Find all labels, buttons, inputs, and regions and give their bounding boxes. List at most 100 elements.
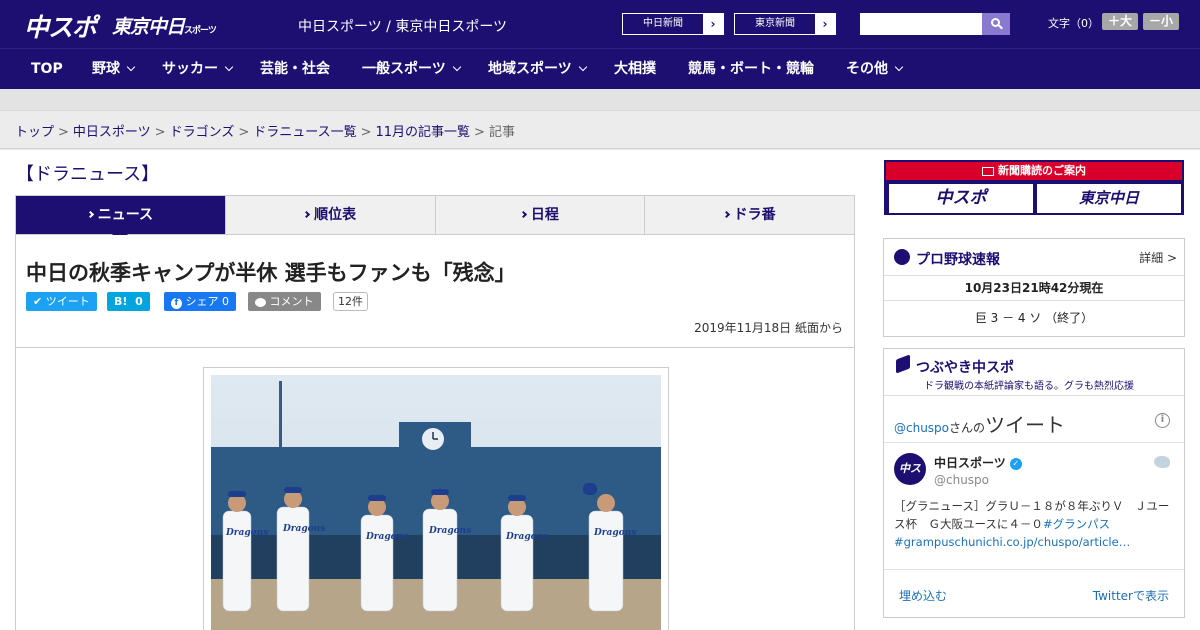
subscription-ad[interactable]: 新聞購読のご案内 中スポ 東京中日 — [884, 160, 1184, 215]
breadcrumb-link-november-list[interactable]: 11月の記事一覧 — [376, 125, 471, 140]
nav-item-baseball[interactable]: 野球 — [92, 49, 136, 90]
baseball-details-link[interactable]: 詳細 > — [1139, 249, 1177, 266]
comment-button-label: コメント — [269, 295, 314, 308]
tab-news[interactable]: ニュース — [16, 196, 226, 242]
divider — [884, 442, 1184, 443]
account-name: 中日スポーツ — [934, 456, 1006, 470]
tweet-hashtag[interactable]: #グランパス — [1043, 517, 1110, 531]
nav-item-label: 一般スポーツ — [362, 61, 446, 77]
tab-schedule[interactable]: 日程 — [436, 196, 646, 234]
search-box — [860, 13, 1010, 35]
chevron-down-icon — [224, 62, 234, 72]
twitter-bird-icon[interactable] — [1154, 456, 1170, 468]
dragons-players-photo: Dragons Dragons Dragons Dragons Dragons Dra… — [211, 375, 661, 630]
search-input[interactable] — [860, 13, 982, 35]
section-title: 【ドラニュース】 — [16, 164, 160, 185]
nav-item-racing[interactable]: 競馬・ボート・競輪 — [688, 49, 814, 90]
baseball-icon — [894, 249, 910, 265]
tweet-account[interactable]: 中日スポーツ ✓ — [934, 454, 1022, 471]
facebook-icon: f — [171, 298, 182, 309]
chunichi-shimbun-button[interactable]: 中日新聞 › — [622, 13, 724, 35]
chuspo-logo[interactable]: 中スポ — [24, 8, 97, 44]
subscription-ad-header: 新聞購読のご案内 — [886, 162, 1182, 180]
ad-strip — [0, 89, 1200, 111]
pro-baseball-title: プロ野球速報 — [916, 252, 1000, 268]
twitter-handle-link[interactable]: @chuspo — [894, 421, 949, 435]
embed-link[interactable]: 埋め込む — [899, 587, 947, 604]
nav-item-other[interactable]: その他 — [846, 49, 904, 90]
chuspo-ad-logo[interactable]: 中スポ — [889, 184, 1033, 213]
info-icon[interactable]: i — [1155, 413, 1170, 428]
article-photo[interactable]: Dragons Dragons Dragons Dragons Dragons Dra… — [203, 367, 669, 630]
tweet-button-label: ツイート — [45, 295, 90, 308]
tweet-link[interactable]: #grampuschunichi.co.jp/chuspo/article… — [894, 535, 1130, 549]
nav-item-label: TOP — [31, 61, 63, 77]
breadcrumb-link-dragons[interactable]: ドラゴンズ — [170, 125, 235, 140]
twitter-handle-suffix: さんの — [949, 421, 986, 435]
breadcrumb: トップ > 中日スポーツ > ドラゴンズ > ドラニュース一覧 >11月の記事一覧 > 記事 — [0, 111, 1200, 149]
divider — [884, 275, 1184, 276]
font-size-label: 文字（0） — [1048, 17, 1099, 30]
font-smaller-button[interactable]: －小 — [1143, 13, 1179, 30]
breadcrumb-separator: > — [58, 125, 69, 140]
article: 中日の秋季キャンプが半休 選手もファンも「残念」 ✔ ツイート B! 0 f シ… — [15, 235, 855, 630]
hatena-count: 0 — [135, 295, 143, 308]
nav-item-label: 競馬・ボート・競輪 — [688, 61, 814, 77]
search-icon-handle — [998, 24, 1003, 30]
tokyo-chunichi-logo-sub: スポーツ — [184, 26, 217, 36]
nav-item-entertainment[interactable]: 芸能・社会 — [260, 49, 330, 90]
comment-count-badge[interactable]: 12件 — [333, 292, 368, 311]
view-on-twitter-link[interactable]: Twitterで表示 — [1093, 587, 1169, 604]
game-score[interactable]: 巨 3 － 4 ソ （終了） — [884, 309, 1184, 326]
tokyo-chunichi-logo-text: 東京中日 — [112, 16, 185, 38]
breadcrumb-separator: > — [154, 125, 166, 140]
tokyo-shimbun-button[interactable]: 東京新聞 › — [734, 13, 836, 35]
account-handle[interactable]: @chuspo — [934, 473, 989, 487]
megaphone-icon — [896, 354, 910, 374]
tweet-button[interactable]: ✔ ツイート — [26, 292, 97, 311]
facebook-share-button[interactable]: f シェア 0 — [164, 292, 236, 311]
tokyo-chunichi-ad-logo[interactable]: 東京中日 — [1037, 184, 1181, 213]
tab-dora-ban[interactable]: ドラ番 — [645, 196, 854, 234]
breadcrumb-separator: > — [238, 125, 250, 140]
nav-item-label: 地域スポーツ — [488, 61, 572, 77]
article-headline: 中日の秋季キャンプが半休 選手もファンも「残念」 — [26, 261, 516, 285]
nav-item-general-sports[interactable]: 一般スポーツ — [362, 49, 461, 90]
tokyo-shimbun-label: 東京新聞 — [735, 14, 815, 34]
chevron-right-icon — [303, 210, 311, 219]
chevron-right-icon — [722, 210, 730, 219]
chevron-down-icon — [894, 62, 904, 72]
top-header: 中スポ 東京中日スポーツ 中日スポーツ / 東京中日スポーツ 中日新聞 › 東京… — [0, 0, 1200, 48]
nav-item-local-sports[interactable]: 地域スポーツ — [488, 49, 587, 90]
twitter-icon: ✔ — [33, 295, 43, 308]
breadcrumb-current: 記事 — [488, 125, 515, 140]
breadcrumb-link-dora-news-list[interactable]: ドラニュース一覧 — [253, 125, 356, 140]
svg-text:Dragons: Dragons — [505, 532, 548, 542]
tab-label: ニュース — [97, 207, 154, 223]
chevron-down-icon — [578, 62, 587, 72]
tab-standings[interactable]: 順位表 — [226, 196, 436, 234]
hatena-icon: B! — [114, 295, 128, 308]
search-button[interactable] — [982, 13, 1010, 35]
site-names: 中日スポーツ / 東京中日スポーツ — [298, 19, 508, 35]
avatar[interactable]: 中スポ — [894, 453, 926, 507]
svg-text:Dragons: Dragons — [365, 532, 408, 542]
comment-button[interactable]: コメント — [248, 292, 321, 311]
pro-baseball-panel: プロ野球速報 詳細 > 10月23日21時42分現在 巨 3 － 4 ソ （終了… — [883, 238, 1185, 337]
nav-item-soccer[interactable]: サッカー — [162, 49, 234, 90]
twitter-panel-subtitle: ドラ観戦の本紙評論家も語る。グラも熱烈応援 — [924, 381, 1134, 392]
hatena-bookmark-button[interactable]: B! 0 — [107, 292, 150, 311]
divider — [884, 395, 1184, 396]
verified-icon: ✓ — [1009, 457, 1022, 470]
font-larger-button[interactable]: ＋大 — [1102, 13, 1138, 30]
tweet-text: ［グラニュース］グラＵ－１８が８年ぶりＶ Ｊユース杯 Ｇ大阪ユースに４－０#グラ… — [894, 497, 1178, 551]
main-nav: TOP 野球 サッカー 芸能・社会 一般スポーツ 地域スポーツ 大相撲 競馬・ボ… — [0, 48, 1200, 89]
nav-item-sumo[interactable]: 大相撲 — [614, 49, 656, 90]
nav-item-top[interactable]: TOP — [31, 49, 63, 90]
newspaper-icon — [982, 166, 994, 176]
tokyo-chunichi-logo[interactable]: 東京中日スポーツ — [112, 12, 217, 39]
chevron-right-icon: › — [822, 17, 828, 31]
breadcrumb-link-chunichi-sports[interactable]: 中日スポーツ — [73, 125, 151, 140]
article-date: 2019年11月18日 紙面から — [694, 321, 843, 335]
breadcrumb-link-top[interactable]: トップ — [15, 125, 54, 140]
